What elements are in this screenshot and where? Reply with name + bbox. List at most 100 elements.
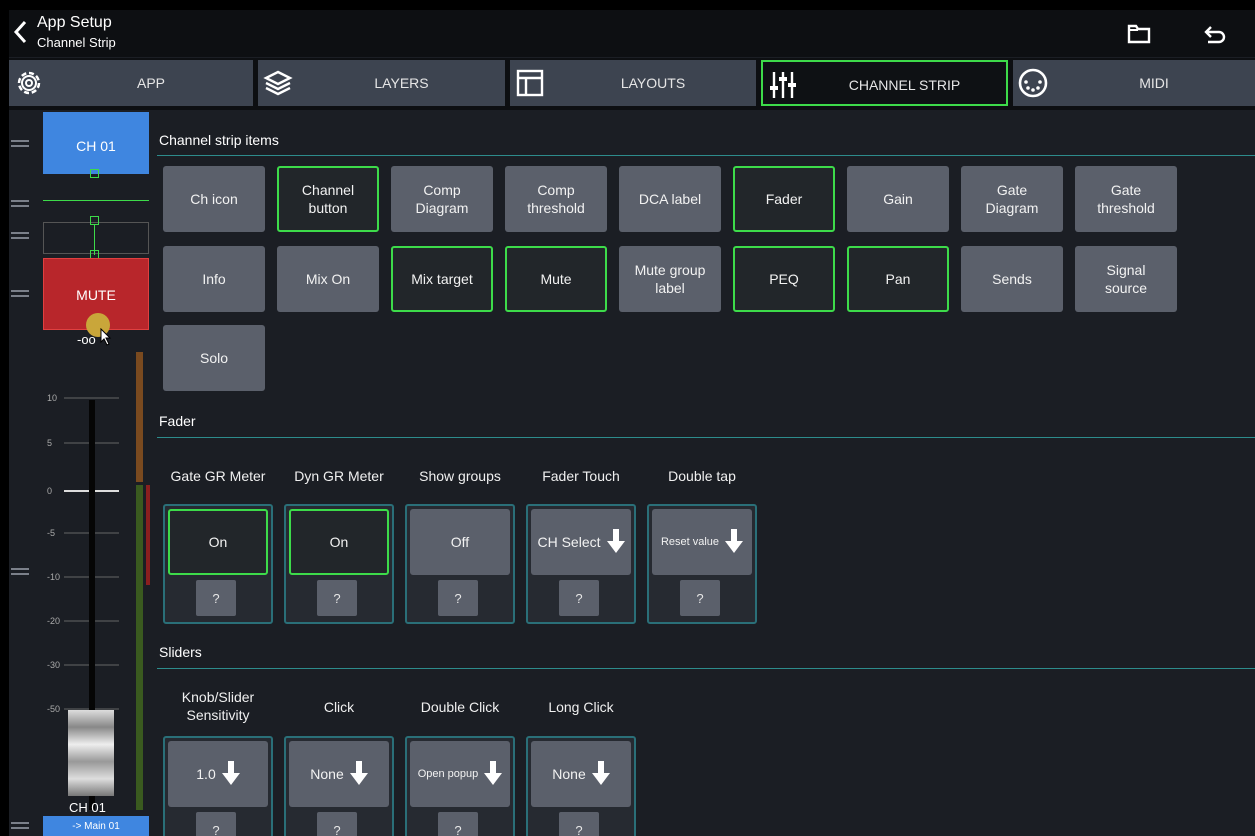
strip-item-fader[interactable]: Fader	[733, 166, 835, 232]
strip-item-label: Comp threshold	[527, 182, 585, 216]
dropdown-arrow-icon	[606, 529, 625, 553]
dropdown-arrow-icon	[725, 529, 744, 553]
strip-item-solo[interactable]: Solo	[163, 325, 265, 391]
option-dropdown[interactable]: None	[289, 741, 389, 807]
option-value: On	[208, 534, 228, 550]
strip-item-gain[interactable]: Gain	[847, 166, 949, 232]
help-button[interactable]: ?	[559, 812, 599, 836]
strip-item-comp-threshold[interactable]: Comp threshold	[505, 166, 607, 232]
option-toggle[interactable]: Off	[410, 509, 510, 575]
option-toggle[interactable]: On	[168, 509, 268, 575]
option-label-double-click: Double Click	[420, 699, 500, 715]
strip-item-gate-threshold[interactable]: Gate threshold	[1075, 166, 1177, 232]
strip-item-signal-source[interactable]: Signal source	[1075, 246, 1177, 312]
drag-handle-icon[interactable]	[11, 140, 29, 142]
drag-handle-icon[interactable]	[11, 290, 29, 292]
option-label-double-tap: Double tap	[668, 468, 736, 484]
strip-item-label: PEQ	[769, 271, 799, 287]
option-value: None	[310, 766, 344, 782]
strip-item-mix-on[interactable]: Mix On	[277, 246, 379, 312]
help-button[interactable]: ?	[317, 812, 357, 836]
option-double-tap: Reset value?	[647, 504, 757, 624]
option-dropdown[interactable]: 1.0	[168, 741, 268, 807]
option-value: Off	[450, 534, 470, 550]
back-chevron-icon[interactable]	[11, 16, 31, 48]
tab-layers[interactable]: LAYERS	[258, 60, 505, 106]
strip-item-peq[interactable]: PEQ	[733, 246, 835, 312]
midi-connector-icon	[1018, 68, 1048, 98]
channel-strip-preview: CH 01 MUTE -oo 10 5 0 -5 -10 -20 -30 -50	[9, 110, 155, 836]
channel-label: CH 01	[76, 138, 116, 154]
section-title-fader: Fader	[159, 413, 196, 429]
strip-item-comp-diagram[interactable]: Comp Diagram	[391, 166, 493, 232]
strip-item-mute-group-label[interactable]: Mute group label	[619, 246, 721, 312]
strip-item-label: Mix On	[305, 271, 351, 287]
help-button[interactable]: ?	[317, 580, 357, 616]
drag-handle-icon[interactable]	[11, 232, 29, 234]
tab-midi[interactable]: MIDI	[1013, 60, 1255, 106]
option-value: None	[552, 766, 586, 782]
section-title-items: Channel strip items	[159, 132, 279, 148]
fader-cap[interactable]	[68, 710, 114, 796]
channel-button[interactable]: CH 01	[43, 112, 149, 174]
option-value: Reset value	[660, 536, 720, 548]
strip-item-ch-icon[interactable]: Ch icon	[163, 166, 265, 232]
tab-label: LAYERS	[374, 75, 429, 91]
strip-item-sends[interactable]: Sends	[961, 246, 1063, 312]
section-title-sliders: Sliders	[159, 644, 202, 660]
strip-item-mix-target[interactable]: Mix target	[391, 246, 493, 312]
option-dropdown[interactable]: CH Select	[531, 509, 631, 575]
option-knob-slider-sensitivity: 1.0?	[163, 736, 273, 836]
strip-item-gate-diagram[interactable]: Gate Diagram	[961, 166, 1063, 232]
tab-label: APP	[136, 75, 165, 91]
help-button[interactable]: ?	[680, 580, 720, 616]
option-dropdown[interactable]: Open popup	[410, 741, 510, 807]
strip-item-label: Sends	[992, 271, 1032, 287]
strip-item-label: Mute group label	[634, 262, 706, 296]
resize-handle[interactable]	[90, 169, 99, 178]
folder-icon[interactable]	[1126, 22, 1152, 46]
option-value: CH Select	[537, 534, 601, 550]
section-divider	[157, 437, 1255, 438]
strip-item-pan[interactable]: Pan	[847, 246, 949, 312]
main-output-button[interactable]: -> Main 01	[43, 816, 149, 836]
option-label-long-click: Long Click	[548, 699, 614, 715]
strip-item-info[interactable]: Info	[163, 246, 265, 312]
option-value: 1.0	[196, 766, 216, 782]
option-label-click: Click	[323, 699, 355, 715]
option-label-knob-slider-sensitivity: Knob/Slider Sensitivity	[181, 689, 255, 723]
option-toggle[interactable]: On	[289, 509, 389, 575]
tab-label: LAYOUTS	[620, 75, 686, 91]
tab-app[interactable]: APP	[9, 60, 253, 106]
strip-item-label: Signal source	[1104, 262, 1148, 296]
strip-item-dca-label[interactable]: DCA label	[619, 166, 721, 232]
resize-handle[interactable]	[90, 216, 99, 225]
strip-item-channel-button[interactable]: Channel button	[277, 166, 379, 232]
tab-channel-strip[interactable]: CHANNEL STRIP	[761, 60, 1008, 106]
undo-icon[interactable]	[1203, 22, 1229, 46]
strip-item-mute[interactable]: Mute	[505, 246, 607, 312]
option-label-gate-gr-meter: Gate GR Meter	[170, 468, 266, 484]
option-dyn-gr-meter: On?	[284, 504, 394, 624]
mute-label: MUTE	[76, 287, 116, 303]
help-button[interactable]: ?	[438, 812, 478, 836]
page-title: App Setup	[37, 14, 112, 31]
option-dropdown[interactable]: None	[531, 741, 631, 807]
strip-item-label: Solo	[199, 350, 229, 366]
drag-handle-icon[interactable]	[11, 200, 29, 202]
help-button[interactable]: ?	[196, 812, 236, 836]
option-long-click: None?	[526, 736, 636, 836]
help-button[interactable]: ?	[196, 580, 236, 616]
layout-icon	[516, 69, 544, 97]
option-dropdown[interactable]: Reset value	[652, 509, 752, 575]
drag-handle-icon[interactable]	[11, 822, 29, 824]
strip-item-label: Fader	[765, 191, 803, 207]
gear-icon	[17, 71, 41, 95]
tab-layouts[interactable]: LAYOUTS	[510, 60, 756, 106]
option-show-groups: Off?	[405, 504, 515, 624]
help-button[interactable]: ?	[438, 580, 478, 616]
help-button[interactable]: ?	[559, 580, 599, 616]
tab-bar: APP LAYERS LAYOUTS CHANNEL STRIP MIDI	[9, 58, 1255, 110]
strip-item-label: Mix target	[411, 271, 473, 287]
strip-item-label: Gain	[883, 191, 913, 207]
